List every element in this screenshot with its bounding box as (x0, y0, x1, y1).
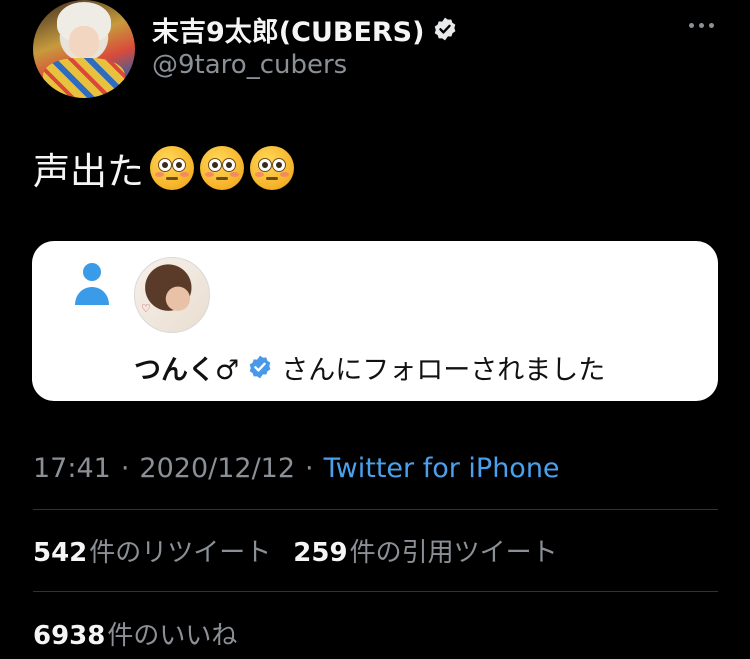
more-options-icon[interactable] (684, 14, 718, 36)
follower-avatar: ♡ (134, 257, 210, 333)
more-dot (708, 22, 714, 28)
author-avatar[interactable] (33, 0, 135, 98)
divider (33, 591, 718, 592)
more-dot (698, 22, 704, 28)
follow-notification-row: つんく♂ さんにフォローされました (134, 347, 605, 387)
tweet-text: 声出た (33, 140, 294, 196)
divider (33, 509, 718, 510)
more-dot (688, 22, 694, 28)
tweet-source-link[interactable]: Twitter for iPhone (324, 453, 560, 484)
flushed-face-icon (250, 146, 294, 190)
author-name-row: 末吉9太郎(CUBERS) (152, 10, 458, 48)
engagement-stats: 542 件のリツイート 259 件の引用ツイート (33, 530, 558, 570)
flushed-face-icon (200, 146, 244, 190)
tweet-time: 17:41 (33, 452, 111, 484)
tweet-meta: 17:41 · 2020/12/12 · Twitter for iPhone (33, 448, 560, 488)
follow-notification-text: さんにフォローされました (281, 354, 606, 386)
meta-separator: · (305, 452, 314, 484)
retweets-label: 件のリツイート (89, 537, 272, 568)
likes-label: 件のいいね (107, 620, 238, 651)
follower-name: つんく♂ (134, 354, 240, 386)
likes-count: 6938 (33, 620, 106, 651)
retweets-stat[interactable]: 542 件のリツイート (33, 532, 271, 569)
person-icon (75, 263, 109, 305)
verified-badge-icon (435, 17, 456, 41)
likes-stat[interactable]: 6938 件のいいね (33, 613, 237, 653)
author-display-name[interactable]: 末吉9太郎(CUBERS) (152, 10, 424, 49)
retweets-count: 542 (33, 537, 88, 568)
tweet-date: 2020/12/12 (139, 452, 296, 484)
verified-badge-icon (249, 355, 271, 379)
tweet-text-body: 声出た (33, 150, 144, 193)
flushed-face-icon (150, 146, 194, 190)
signature-mark: ♡ (141, 302, 151, 315)
meta-separator: · (120, 452, 130, 484)
quotes-count: 259 (293, 537, 348, 568)
author-handle[interactable]: @9taro_cubers (152, 50, 347, 80)
quotes-label: 件の引用ツイート (349, 537, 558, 568)
quotes-stat[interactable]: 259 件の引用ツイート (293, 532, 557, 569)
avatar-body-shape (43, 58, 125, 98)
embedded-follow-screenshot[interactable]: ♡ つんく♂ さんにフォローされました (32, 241, 718, 401)
avatar-face-shape (69, 26, 99, 58)
